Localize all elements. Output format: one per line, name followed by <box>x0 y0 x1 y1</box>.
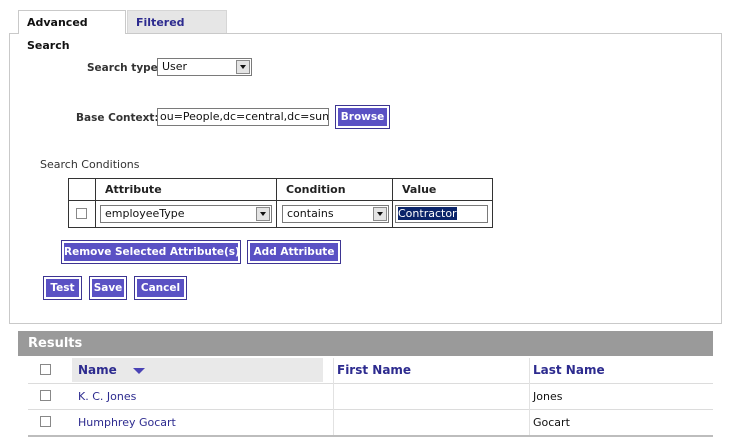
add-attribute-button[interactable]: Add Attribute <box>247 240 341 264</box>
condition-value: contains <box>287 207 334 220</box>
select-column-header <box>69 179 96 201</box>
remove-selected-attributes-button[interactable]: Remove Selected Attribute(s) <box>61 240 241 264</box>
search-type-value: User <box>162 60 188 73</box>
tab-bar: Advanced Search Filtered Search <box>0 0 729 52</box>
row-last-name: Jones <box>533 390 563 403</box>
select-all-checkbox[interactable] <box>40 364 51 375</box>
value-input[interactable]: Contractor <box>395 205 488 223</box>
sort-descending-icon[interactable] <box>132 367 145 374</box>
browse-button[interactable]: Browse <box>335 105 390 129</box>
value-column-header: Value <box>393 179 492 201</box>
value-selected-text: Contractor <box>398 207 457 220</box>
search-type-select[interactable]: User <box>157 58 252 76</box>
base-context-label: Base Context: <box>76 112 159 124</box>
tab-filtered-search[interactable]: Filtered Search <box>127 10 227 52</box>
column-divider <box>276 179 277 227</box>
first-name-column-header[interactable]: First Name <box>337 358 517 382</box>
results-header-bar: Results <box>18 331 713 356</box>
table-row-checkbox[interactable] <box>40 390 51 401</box>
attribute-select[interactable]: employeeType <box>100 205 272 223</box>
row-divider <box>28 383 713 384</box>
column-gap <box>330 358 331 382</box>
name-column-header[interactable]: Name <box>72 358 323 382</box>
search-type-label: Search type <box>87 62 158 74</box>
last-name-column-header[interactable]: Last Name <box>533 358 713 382</box>
name-column-label: Name <box>78 363 117 377</box>
column-divider <box>95 179 96 227</box>
column-divider <box>529 358 530 435</box>
condition-select[interactable]: contains <box>282 205 389 223</box>
table-bottom-border <box>28 435 713 437</box>
row-divider <box>28 409 713 410</box>
test-button[interactable]: Test <box>43 276 82 300</box>
dropdown-arrow-icon[interactable] <box>236 60 250 74</box>
column-divider <box>333 358 334 435</box>
attribute-value: employeeType <box>105 207 185 220</box>
row-name-link[interactable]: Humphrey Gocart <box>78 416 176 429</box>
column-divider <box>392 179 393 227</box>
table-row-checkbox[interactable] <box>40 416 51 427</box>
condition-column-header: Condition <box>277 179 393 201</box>
attribute-column-header: Attribute <box>96 179 277 201</box>
cancel-button[interactable]: Cancel <box>134 276 187 300</box>
base-context-input[interactable]: ou=People,dc=central,dc=sun,d <box>157 108 329 126</box>
row-last-name: Gocart <box>533 416 570 429</box>
tab-advanced-search[interactable]: Advanced Search <box>18 10 126 52</box>
dropdown-arrow-icon[interactable] <box>373 207 387 221</box>
dropdown-arrow-icon[interactable] <box>256 207 270 221</box>
row-name-link[interactable]: K. C. Jones <box>78 390 136 403</box>
save-button[interactable]: Save <box>89 276 127 300</box>
search-conditions-label: Search Conditions <box>40 158 140 171</box>
row-select-checkbox[interactable] <box>76 208 87 219</box>
